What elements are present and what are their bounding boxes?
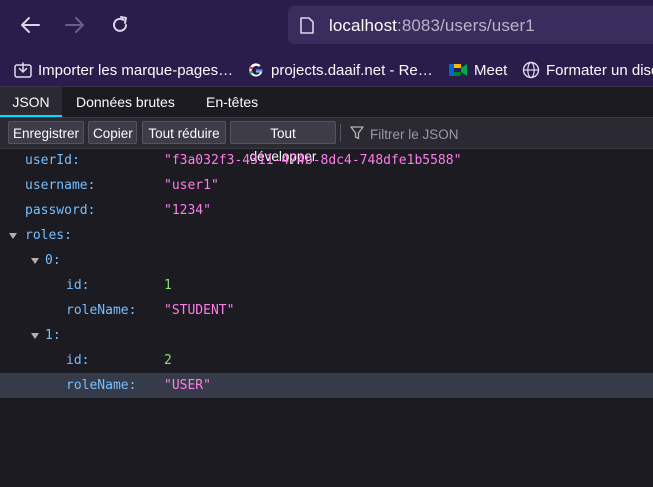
save-button[interactable]: Enregistrer [8, 121, 84, 144]
tree-value-string: "1234" [164, 203, 211, 218]
copy-button[interactable]: Copier [88, 121, 137, 144]
back-arrow-icon [21, 17, 40, 33]
tree-key: 1: [45, 328, 61, 343]
tree-row[interactable]: id: 1 [0, 273, 653, 298]
tab-headers[interactable]: En-têtes [206, 87, 258, 117]
tab-raw-data[interactable]: Données brutes [76, 87, 175, 117]
expand-arrow-icon[interactable] [31, 333, 39, 339]
bookmark-import[interactable]: Importer les marque-pages… [14, 60, 233, 80]
tree-key: roleName: [66, 378, 137, 393]
tree-row[interactable]: userId: "f3a032f3-4311-474b-8dc4-748dfe1… [0, 148, 653, 173]
meet-icon [449, 64, 467, 76]
bookmark-label: Formater un disq [546, 61, 653, 79]
filter-icon [350, 126, 364, 140]
bookmark-formater[interactable]: Formater un disq [522, 60, 653, 80]
globe-icon [522, 61, 540, 79]
url-text: localhost:8083/users/user1 [329, 16, 535, 36]
filter-json-input[interactable] [368, 122, 642, 146]
tree-row[interactable]: roleName: "STUDENT" [0, 298, 653, 323]
tree-value-number: 2 [164, 353, 172, 368]
bookmark-label: Importer les marque-pages… [38, 61, 234, 79]
google-icon [248, 63, 263, 77]
tab-json[interactable]: JSON [0, 87, 62, 117]
tree-row[interactable]: password: "1234" [0, 198, 653, 223]
url-path: :8083/users/user1 [397, 16, 535, 35]
viewer-tabs: JSON Données brutes En-têtes [0, 87, 653, 117]
bookmark-label: Meet [474, 61, 508, 79]
tree-row-expandable[interactable]: 0: [0, 248, 653, 273]
json-toolbar: Enregistrer Copier Tout réduire Tout dév… [0, 117, 653, 164]
toolbar-divider [340, 124, 341, 142]
page-icon [300, 17, 314, 34]
forward-arrow-icon [65, 17, 84, 33]
tree-value-string: "USER" [164, 378, 211, 393]
collapse-all-button[interactable]: Tout réduire [142, 121, 226, 144]
bookmarks-bar: Importer les marque-pages… projects.daai… [0, 53, 653, 87]
bookmark-label: projects.daaif.net - Re… [271, 61, 433, 79]
tree-value-string: "STUDENT" [164, 303, 235, 318]
bookmark-meet[interactable]: Meet [448, 60, 507, 80]
tree-row[interactable]: id: 2 [0, 348, 653, 373]
forward-button[interactable] [61, 11, 89, 39]
reload-button[interactable] [106, 11, 134, 39]
tree-row-expandable[interactable]: 1: [0, 323, 653, 348]
reload-icon [113, 16, 127, 32]
tree-key: id: [66, 353, 90, 368]
tree-key: userId: [25, 153, 80, 168]
navigation-bar: localhost:8083/users/user1 [0, 0, 653, 53]
tree-key: roles: [25, 228, 72, 243]
tree-value-string: "user1" [164, 178, 219, 193]
expand-arrow-icon[interactable] [31, 258, 39, 264]
json-tree: userId: "f3a032f3-4311-474b-8dc4-748dfe1… [0, 148, 653, 398]
tree-key: id: [66, 278, 90, 293]
tree-key: password: [25, 203, 96, 218]
tree-key: username: [25, 178, 96, 193]
tree-key: roleName: [66, 303, 137, 318]
expand-arrow-icon[interactable] [9, 233, 17, 239]
import-icon [14, 62, 32, 78]
bookmark-projects[interactable]: projects.daaif.net - Re… [247, 60, 433, 80]
url-bar[interactable]: localhost:8083/users/user1 [288, 6, 653, 44]
url-host: localhost [329, 16, 397, 35]
tree-row-expandable[interactable]: roles: [0, 223, 653, 248]
back-button[interactable] [16, 11, 44, 39]
tree-row-selected[interactable]: roleName: "USER" [0, 373, 653, 398]
expand-all-button[interactable]: Tout développer [230, 121, 336, 164]
tree-value-number: 1 [164, 278, 172, 293]
tree-value-string: "f3a032f3-4311-474b-8dc4-748dfe1b5588" [164, 153, 462, 168]
tree-key: 0: [45, 253, 61, 268]
tree-row[interactable]: username: "user1" [0, 173, 653, 198]
